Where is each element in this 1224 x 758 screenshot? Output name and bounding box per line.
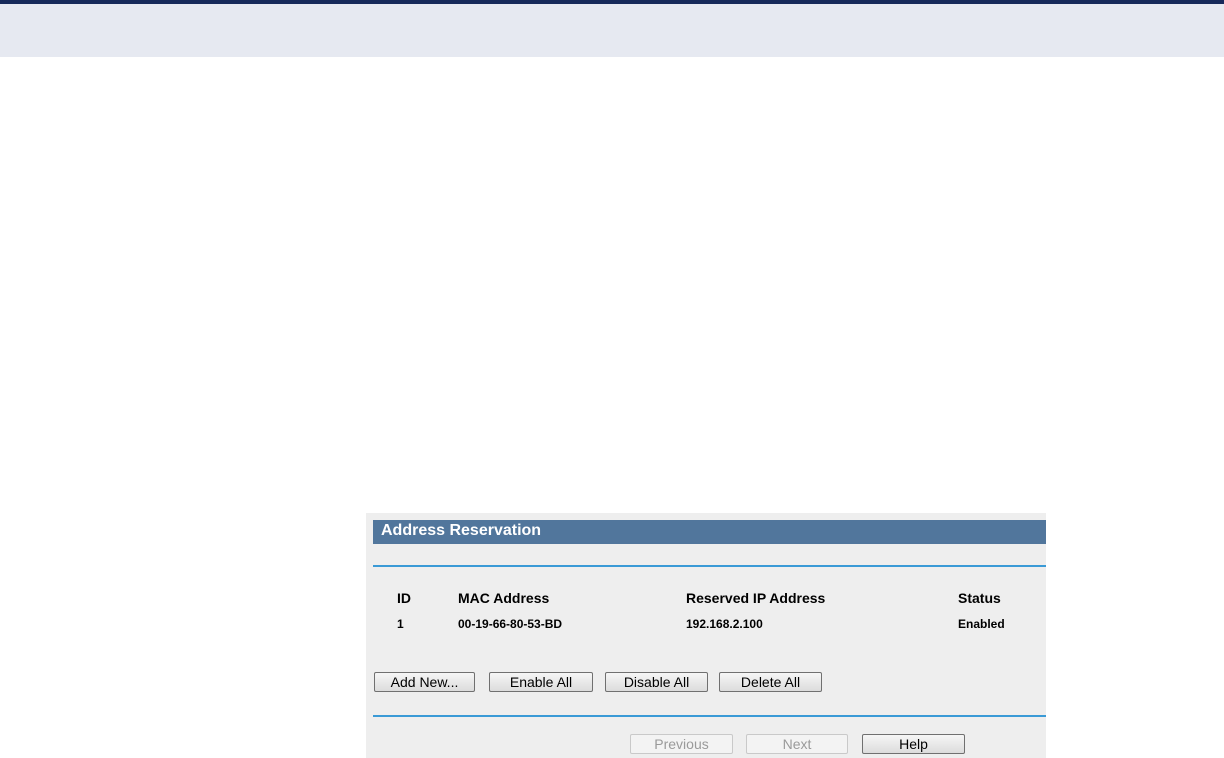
add-new-button[interactable]: Add New... (374, 672, 475, 692)
address-reservation-panel: Address Reservation ID MAC Address Reser… (366, 513, 1046, 758)
next-button[interactable]: Next (746, 734, 848, 754)
column-header-id: ID (397, 590, 411, 606)
bottom-divider (373, 715, 1046, 717)
row-id: 1 (397, 617, 404, 631)
previous-button[interactable]: Previous (630, 734, 733, 754)
delete-all-button[interactable]: Delete All (719, 672, 822, 692)
panel-header: Address Reservation (373, 520, 1046, 544)
column-header-status: Status (958, 590, 1001, 606)
top-divider (373, 565, 1046, 567)
row-reserved-ip: 192.168.2.100 (686, 617, 763, 631)
disable-all-button[interactable]: Disable All (605, 672, 708, 692)
row-mac-address: 00-19-66-80-53-BD (458, 617, 563, 631)
column-header-ip: Reserved IP Address (686, 590, 826, 606)
enable-all-button[interactable]: Enable All (489, 672, 593, 692)
help-button[interactable]: Help (862, 734, 965, 754)
row-status: Enabled (958, 617, 1005, 631)
column-header-mac: MAC Address (458, 590, 550, 606)
top-banner (0, 4, 1224, 57)
panel-title: Address Reservation (381, 522, 542, 539)
